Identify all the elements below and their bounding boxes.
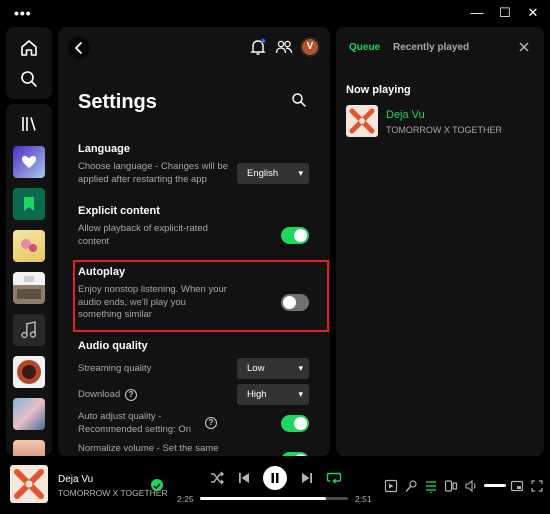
language-heading: Language xyxy=(78,143,130,155)
chevron-down-icon: ▾ xyxy=(298,168,303,178)
library-panel xyxy=(6,104,52,456)
toggle-knob xyxy=(283,296,296,309)
home-icon[interactable] xyxy=(19,38,39,58)
settings-panel: V Settings Language Choose language - Ch… xyxy=(58,27,330,456)
explicit-toggle[interactable] xyxy=(281,227,309,244)
playlist-cover-6[interactable] xyxy=(13,440,45,456)
queue-panel: Queue Recently played Now playing Deja V… xyxy=(336,27,544,456)
chevron-left-icon xyxy=(75,42,82,54)
streaming-quality-label: Streaming quality xyxy=(78,363,152,374)
autoplay-description: Enjoy nonstop listening. When your audio… xyxy=(78,284,227,320)
previous-track-icon[interactable] xyxy=(236,470,252,486)
language-select-value: English xyxy=(247,168,279,179)
volume-icon[interactable] xyxy=(464,479,478,493)
microphone-icon[interactable] xyxy=(404,479,418,493)
progress-fill xyxy=(200,497,326,500)
back-button[interactable] xyxy=(68,37,90,59)
help-icon[interactable]: ? xyxy=(205,417,217,429)
album-art-icon xyxy=(17,276,41,299)
toggle-knob xyxy=(294,229,307,242)
playlist-cover-3[interactable] xyxy=(13,314,45,346)
bookmark-icon xyxy=(24,197,34,211)
library-icon[interactable] xyxy=(19,114,39,134)
chevron-down-icon: ▾ xyxy=(298,363,303,373)
volume-slider[interactable] xyxy=(484,484,506,487)
chevron-down-icon: ▾ xyxy=(298,389,303,399)
explicit-description: Allow playback of explicit-rated content xyxy=(78,223,208,247)
toggle-knob xyxy=(294,454,307,456)
autoplay-heading: Autoplay xyxy=(78,266,126,278)
menu-dots-icon[interactable]: ••• xyxy=(14,5,32,21)
pause-icon xyxy=(271,473,279,483)
shuffle-icon[interactable] xyxy=(209,470,225,486)
now-playing-album-art[interactable] xyxy=(346,105,378,137)
music-note-icon xyxy=(21,321,37,339)
repeat-icon[interactable] xyxy=(326,470,342,486)
download-quality-select[interactable]: High ▾ xyxy=(237,384,309,405)
fullscreen-icon[interactable] xyxy=(530,479,544,493)
liked-songs-item[interactable] xyxy=(13,146,45,178)
playlist-cover-2[interactable] xyxy=(13,272,45,304)
pause-button[interactable] xyxy=(263,466,287,490)
audio-quality-heading: Audio quality xyxy=(78,340,148,352)
explicit-heading: Explicit content xyxy=(78,205,160,217)
player-track-title[interactable]: Deja Vu xyxy=(58,474,93,485)
language-select[interactable]: English ▾ xyxy=(237,163,309,184)
download-quality-value: High xyxy=(247,389,267,400)
nav-panel xyxy=(6,27,52,99)
now-playing-view-icon[interactable] xyxy=(384,479,398,493)
page-title: Settings xyxy=(78,91,157,113)
tab-recently-played[interactable]: Recently played xyxy=(393,42,469,53)
player-bar: Deja Vu TOMORROW X TOGETHER 2:25 2:51 xyxy=(0,460,550,514)
close-icon[interactable] xyxy=(516,39,532,55)
your-episodes-item[interactable] xyxy=(13,188,45,220)
miniplayer-icon[interactable] xyxy=(510,479,524,493)
now-playing-artist[interactable]: TOMORROW X TOGETHER xyxy=(386,125,502,135)
help-icon[interactable]: ? xyxy=(125,389,137,401)
saved-check-icon[interactable] xyxy=(151,479,163,491)
close-window-button[interactable]: ✕ xyxy=(522,4,544,22)
language-description: Choose language - Changes will be applie… xyxy=(78,161,228,185)
album-art-icon xyxy=(21,239,37,252)
elapsed-time: 2:25 xyxy=(177,494,194,504)
duration-time: 2:51 xyxy=(355,494,372,504)
friend-activity-icon[interactable] xyxy=(274,37,294,57)
title-bar: ••• — ☐ ✕ xyxy=(0,0,550,26)
tab-queue[interactable]: Queue xyxy=(349,42,380,53)
auto-adjust-toggle[interactable] xyxy=(281,415,309,432)
autoplay-toggle[interactable] xyxy=(281,294,309,311)
now-playing-title[interactable]: Deja Vu xyxy=(386,109,425,121)
connect-device-icon[interactable] xyxy=(444,479,458,493)
avatar[interactable]: V xyxy=(300,37,320,57)
maximize-button[interactable]: ☐ xyxy=(494,4,516,22)
auto-adjust-label: Auto adjust quality - Recommended settin… xyxy=(78,411,192,435)
playlist-cover-4[interactable] xyxy=(13,356,45,388)
toggle-knob xyxy=(294,417,307,430)
player-album-art[interactable] xyxy=(10,465,48,503)
notification-bell-icon[interactable] xyxy=(248,37,268,57)
streaming-quality-select[interactable]: Low ▾ xyxy=(237,358,309,379)
normalize-volume-label: Normalize volume - Set the same xyxy=(78,443,219,454)
search-settings-icon[interactable] xyxy=(290,91,308,109)
minimize-button[interactable]: — xyxy=(466,4,488,22)
streaming-quality-value: Low xyxy=(247,363,265,374)
album-art-icon xyxy=(17,360,41,384)
queue-icon[interactable] xyxy=(424,479,438,493)
normalize-volume-toggle[interactable] xyxy=(281,452,309,456)
next-track-icon[interactable] xyxy=(299,470,315,486)
playlist-cover-1[interactable] xyxy=(13,230,45,262)
heart-icon xyxy=(22,156,36,168)
progress-bar[interactable] xyxy=(200,497,348,500)
playlist-cover-5[interactable] xyxy=(13,398,45,430)
now-playing-heading: Now playing xyxy=(346,84,411,96)
search-icon[interactable] xyxy=(19,69,39,89)
